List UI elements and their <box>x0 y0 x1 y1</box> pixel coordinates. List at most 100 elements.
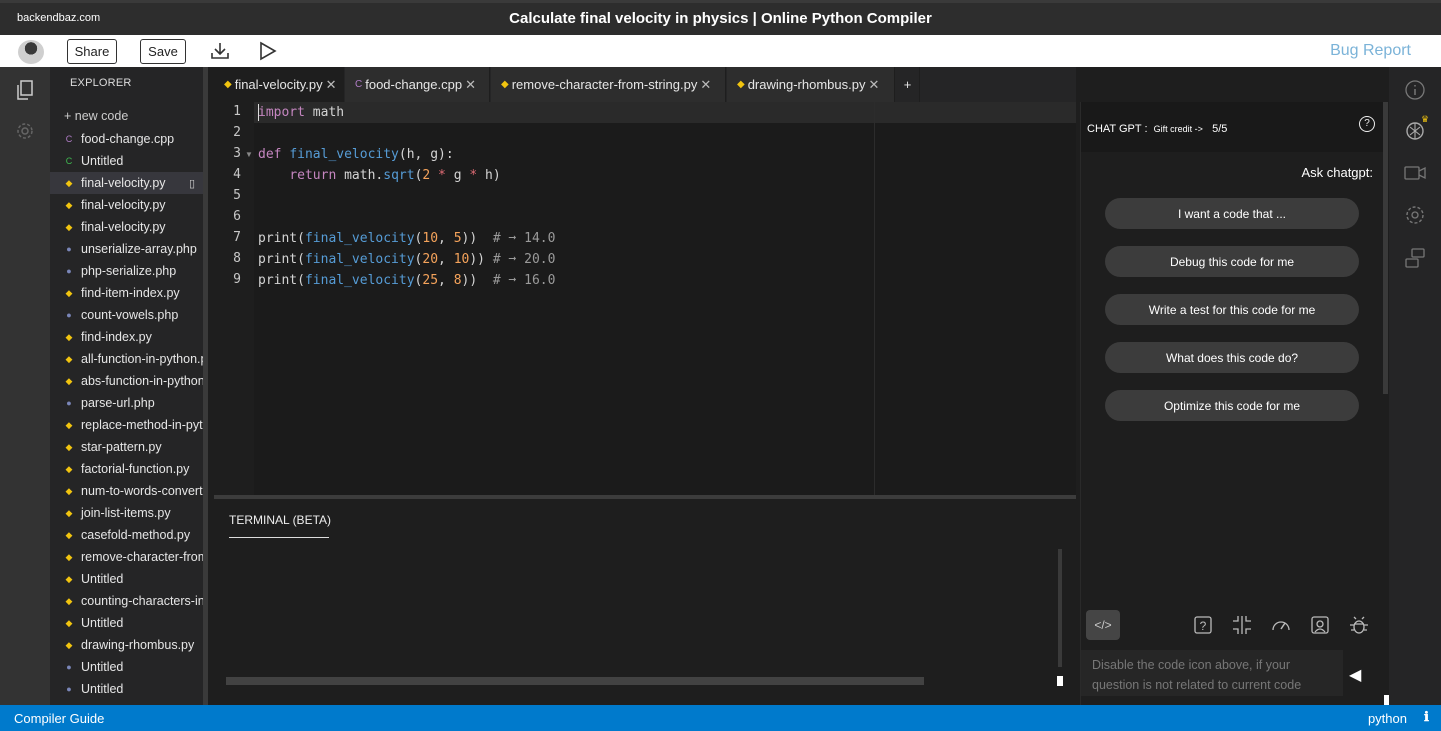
tab-final-velocity[interactable]: ◆ final-velocity.py ✕ <box>214 67 344 102</box>
speedometer-icon[interactable] <box>1271 615 1291 635</box>
share-button[interactable]: Share <box>67 39 117 64</box>
terminal-horizontal-scrollbar[interactable] <box>226 677 924 685</box>
settings-icon[interactable] <box>1403 204 1427 226</box>
explorer-file-item[interactable]: ● parse-url.php <box>50 392 208 414</box>
compiler-guide-link[interactable]: Compiler Guide <box>14 711 104 726</box>
question-icon[interactable]: ? <box>1193 615 1213 635</box>
code-line[interactable]: print(final_velocity(25, 8)) # ➞ 16.0 <box>258 270 555 291</box>
explorer-scrollbar[interactable] <box>203 67 208 705</box>
video-icon[interactable] <box>1403 162 1427 184</box>
explorer-file-item[interactable]: ◆ Untitled <box>50 568 208 590</box>
close-icon[interactable]: ✕ <box>868 77 879 93</box>
close-icon[interactable]: ✕ <box>465 77 476 93</box>
tab-food-change[interactable]: C food-change.cpp ✕ <box>345 67 490 102</box>
py-file-icon: ◆ <box>65 221 73 232</box>
terminal-title[interactable]: TERMINAL (BETA) <box>229 513 331 527</box>
files-icon[interactable] <box>14 79 36 101</box>
code-review-icon[interactable] <box>1310 615 1330 635</box>
explorer-file-item[interactable]: ◆ drawing-rhombus.py <box>50 634 208 656</box>
share-link-icon[interactable] <box>1403 247 1427 269</box>
code-area[interactable]: import math def final_velocity(h, g): ret… <box>254 102 1076 495</box>
right-sidebar: ♛ <box>1389 67 1441 705</box>
explorer-file-item[interactable]: ◆ casefold-method.py <box>50 524 208 546</box>
tab-remove-character[interactable]: ◆ remove-character-from-string.py ✕ <box>491 67 726 102</box>
explorer-file-item[interactable]: ◆ Untitled <box>50 612 208 634</box>
explorer-file-label: parse-url.php <box>81 396 155 410</box>
code-context-toggle-icon[interactable]: </> <box>1086 610 1120 640</box>
code-line[interactable]: return math.sqrt(2 * g * h) <box>258 165 500 186</box>
close-icon[interactable]: ✕ <box>700 77 711 93</box>
new-code-button[interactable]: + new code <box>64 109 128 123</box>
send-icon[interactable]: ◀ <box>1349 665 1361 685</box>
settings-gear-icon[interactable] <box>14 120 36 142</box>
terminal-panel[interactable]: TERMINAL (BETA) <box>214 499 1076 705</box>
explorer-file-item[interactable]: ◆ final-velocity.py <box>50 194 208 216</box>
explorer-file-item[interactable]: ● php-serialize.php <box>50 260 208 282</box>
editor-tabs: ◆ final-velocity.py ✕ C food-change.cpp … <box>214 67 1076 102</box>
chat-label: CHAT GPT : Gift credit -> 5/5 <box>1087 123 1228 135</box>
chat-input[interactable]: Disable the code icon above, if your que… <box>1081 650 1343 696</box>
explorer-file-item[interactable]: ◆ all-function-in-python.py <box>50 348 208 370</box>
bug-report-link[interactable]: Bug Report <box>1330 42 1411 60</box>
explorer-file-item[interactable]: ● unserialize-array.php <box>50 238 208 260</box>
explorer-file-item[interactable]: Cfood-change.cpp <box>50 128 208 150</box>
suggestion-button[interactable]: Write a test for this code for me <box>1105 294 1359 325</box>
terminal-vertical-scrollbar[interactable] <box>1058 549 1062 667</box>
explorer-file-item[interactable]: ● count-vowels.php <box>50 304 208 326</box>
avatar[interactable] <box>18 40 44 64</box>
save-button[interactable]: Save <box>140 39 186 64</box>
explorer-file-item[interactable]: ◆ final-velocity.py <box>50 216 208 238</box>
suggestion-button[interactable]: Optimize this code for me <box>1105 390 1359 421</box>
explorer-file-item[interactable]: ◆ final-velocity.py ▯ <box>50 172 208 194</box>
explorer-file-item[interactable]: ◆ counting-characters-in-string.py <box>50 590 208 612</box>
explorer-file-item[interactable]: ◆ find-item-index.py <box>50 282 208 304</box>
chat-scrollbar[interactable] <box>1383 102 1388 394</box>
py-file-icon: ◆ <box>65 639 73 650</box>
language-indicator[interactable]: python <box>1368 711 1407 726</box>
suggestion-button[interactable]: Debug this code for me <box>1105 246 1359 277</box>
fold-chevron-icon[interactable]: ▼ <box>245 150 253 159</box>
download-icon[interactable] <box>209 41 231 61</box>
py-file-icon: ◆ <box>65 331 73 342</box>
code-line[interactable]: print(final_velocity(20, 10)) # ➞ 20.0 <box>258 249 555 270</box>
terminal-tab-underline <box>229 537 329 538</box>
code-line[interactable]: import math <box>258 102 344 123</box>
explorer-file-item[interactable]: ◆ num-to-words-converter.py <box>50 480 208 502</box>
gift-credit-value: 5/5 <box>1212 123 1228 135</box>
bug-icon[interactable] <box>1349 615 1369 635</box>
play-icon[interactable] <box>257 41 279 61</box>
help-icon[interactable]: ? <box>1359 116 1375 132</box>
explorer-file-label: abs-function-in-python.py <box>81 374 208 388</box>
explorer-file-item[interactable]: ◆ find-index.py <box>50 326 208 348</box>
explorer-file-label: Untitled <box>81 660 124 674</box>
cpp-icon: C <box>355 79 363 90</box>
explorer-file-item[interactable]: ● Untitled <box>50 678 208 700</box>
add-tab-button[interactable]: + <box>896 67 920 102</box>
explorer-file-item[interactable]: ◆ abs-function-in-python.py <box>50 370 208 392</box>
compress-icon[interactable] <box>1232 615 1252 635</box>
info-icon[interactable] <box>1403 79 1427 101</box>
explorer-file-item[interactable]: ◆ remove-character-from-string.py <box>50 546 208 568</box>
py-file-icon: ◆ <box>65 507 73 518</box>
tab-drawing-rhombus[interactable]: ◆ drawing-rhombus.py ✕ <box>727 67 895 102</box>
close-icon[interactable]: ✕ <box>326 77 337 93</box>
info-icon[interactable]: ℹ <box>1424 709 1429 725</box>
gift-credit-label: Gift credit -> <box>1153 124 1203 134</box>
suggestion-button[interactable]: I want a code that ... <box>1105 198 1359 229</box>
explorer-file-item[interactable]: ◆ replace-method-in-python.py <box>50 414 208 436</box>
explorer-file-item[interactable]: ● Untitled <box>50 656 208 678</box>
delete-file-icon[interactable]: ▯ <box>189 177 195 190</box>
code-line[interactable]: def final_velocity(h, g): <box>258 144 454 165</box>
line-number: 5 <box>233 188 241 203</box>
suggestion-button[interactable]: What does this code do? <box>1105 342 1359 373</box>
explorer-file-item[interactable]: ◆ join-list-items.py <box>50 502 208 524</box>
explorer-file-item[interactable]: ◆ star-pattern.py <box>50 436 208 458</box>
explorer-file-label: replace-method-in-python.py <box>81 418 208 432</box>
explorer-file-item[interactable]: C Untitled <box>50 150 208 172</box>
code-editor[interactable]: 1 2 3 ▼ 4 5 6 7 8 9 import math def final… <box>214 102 1076 495</box>
explorer-file-label: drawing-rhombus.py <box>81 638 195 652</box>
python-icon: ◆ <box>501 79 509 90</box>
code-line[interactable]: print(final_velocity(10, 5)) # ➞ 14.0 <box>258 228 555 249</box>
explorer-file-item[interactable]: ◆ factorial-function.py <box>50 458 208 480</box>
explorer-file-label: Untitled <box>81 154 124 168</box>
